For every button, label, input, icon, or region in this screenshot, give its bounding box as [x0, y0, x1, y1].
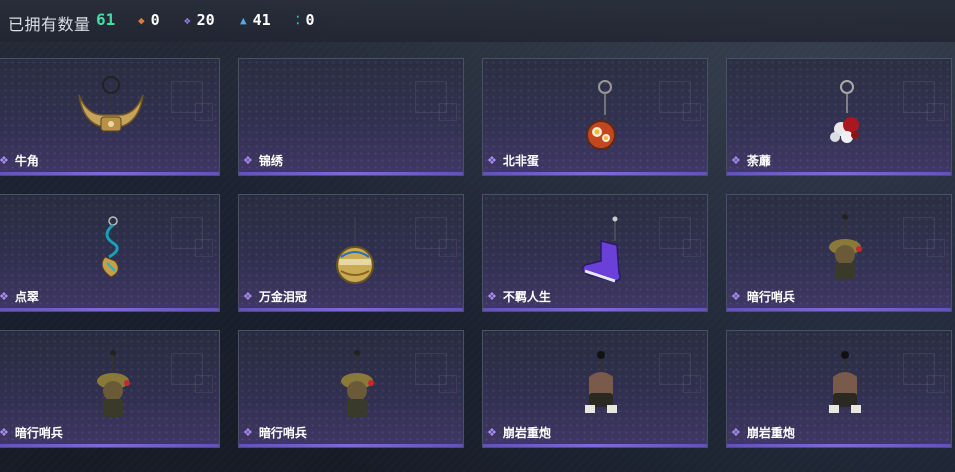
item-card[interactable]: ❖ 锦绣	[238, 58, 464, 176]
orange-gem-icon: ◆	[138, 13, 145, 27]
bull-horn-charm-icon	[78, 76, 144, 132]
inventory-header: 已拥有数量 61 ◆ 0 ❖ 20 ▲ 41 ⁚ 0	[0, 0, 955, 42]
item-label: ❖ 崩岩重炮	[731, 424, 795, 441]
item-label: ❖ 崩岩重炮	[487, 424, 551, 441]
stat-purple: ❖ 20	[184, 11, 215, 29]
stat-orange: ◆ 0	[138, 11, 160, 29]
item-name: 崩岩重炮	[746, 426, 795, 440]
rarity-diamond-icon: ❖	[0, 291, 9, 302]
rarity-diamond-icon: ❖	[487, 290, 497, 303]
stat-value: 41	[252, 11, 271, 29]
phoenix-hairpin-charm-icon	[101, 216, 119, 278]
stat-value: 0	[305, 11, 315, 29]
item-label: ❖ 锦绣	[243, 152, 283, 169]
owned-count: 61	[96, 10, 116, 29]
charm-inventory-screen: 已拥有数量 61 ◆ 0 ❖ 20 ▲ 41 ⁚ 0 ❖ 牛	[0, 0, 955, 472]
rarity-diamond-icon: ❖	[731, 154, 741, 167]
item-label: ❖ 不羁人生	[487, 288, 551, 305]
item-card[interactable]: ❖ 崩岩重炮	[482, 330, 708, 448]
item-name: 暗行哨兵	[14, 426, 63, 440]
rarity-diamond-icon: ❖	[731, 290, 741, 303]
item-name: 不羁人生	[502, 290, 551, 304]
item-card[interactable]: ❖ 万金泪冠	[238, 194, 464, 312]
purple-gem-icon: ❖	[184, 13, 191, 27]
rarity-diamond-icon: ❖	[487, 426, 497, 439]
item-label: ❖ 万金泪冠	[243, 288, 307, 305]
item-card[interactable]: ❖ 暗行哨兵	[0, 330, 220, 448]
item-label: ❖ 北非蛋	[487, 152, 539, 169]
sentinel-figure-charm-icon	[341, 350, 374, 417]
heavy-gunner-figure-charm-icon	[829, 351, 861, 413]
item-label: ❖ 牛角	[0, 152, 39, 169]
heavy-gunner-figure-charm-icon	[585, 351, 617, 413]
item-label: ❖ 荼蘼	[731, 152, 771, 169]
purple-sneaker-charm-icon	[582, 216, 621, 283]
rarity-diamond-icon: ❖	[243, 154, 253, 167]
sentinel-figure-charm-icon	[829, 214, 862, 279]
rarity-diamond-icon: ❖	[731, 426, 741, 439]
shakshuka-pan-charm-icon	[586, 80, 616, 150]
item-name: 锦绣	[258, 154, 283, 168]
item-label: ❖ 暗行哨兵	[731, 288, 795, 305]
rarity-diamond-icon: ❖	[0, 427, 9, 438]
blue-gem-icon: ▲	[240, 13, 247, 27]
item-label: ❖ 点翠	[0, 288, 39, 305]
item-card[interactable]: ❖ 北非蛋	[482, 58, 708, 176]
item-name: 北非蛋	[502, 154, 539, 168]
item-name: 点翠	[14, 290, 39, 304]
item-label: ❖ 暗行哨兵	[243, 424, 307, 441]
stat-value: 0	[150, 11, 160, 29]
golden-crown-charm-icon	[336, 217, 374, 284]
rarity-diamond-icon: ❖	[243, 426, 253, 439]
rarity-diamond-icon: ❖	[243, 290, 253, 303]
teal-gem-icon: ⁚	[296, 13, 300, 27]
item-name: 荼蘼	[746, 154, 771, 168]
flower-charm-icon	[830, 80, 859, 143]
item-name: 暗行哨兵	[746, 290, 795, 304]
item-label: ❖ 暗行哨兵	[0, 424, 63, 441]
stat-blue: ▲ 41	[240, 11, 271, 29]
owned-label: 已拥有数量	[8, 15, 91, 34]
stat-teal: ⁚ 0	[296, 11, 315, 29]
item-card[interactable]: ❖ 暗行哨兵	[238, 330, 464, 448]
item-card[interactable]: ❖ 不羁人生	[482, 194, 708, 312]
sentinel-figure-charm-icon	[97, 350, 130, 417]
item-card[interactable]: ❖ 暗行哨兵	[726, 194, 952, 312]
item-card[interactable]: ❖ 荼蘼	[726, 58, 952, 176]
item-card[interactable]: ❖ 崩岩重炮	[726, 330, 952, 448]
stat-value: 20	[196, 11, 215, 29]
rarity-diamond-icon: ❖	[487, 154, 497, 167]
item-card[interactable]: ❖ 点翠	[0, 194, 220, 312]
rarity-diamond-icon: ❖	[0, 155, 9, 166]
item-name: 牛角	[14, 154, 39, 168]
item-name: 崩岩重炮	[502, 426, 551, 440]
item-card[interactable]: ❖ 牛角	[0, 58, 220, 176]
item-name: 万金泪冠	[258, 290, 307, 304]
item-name: 暗行哨兵	[258, 426, 307, 440]
